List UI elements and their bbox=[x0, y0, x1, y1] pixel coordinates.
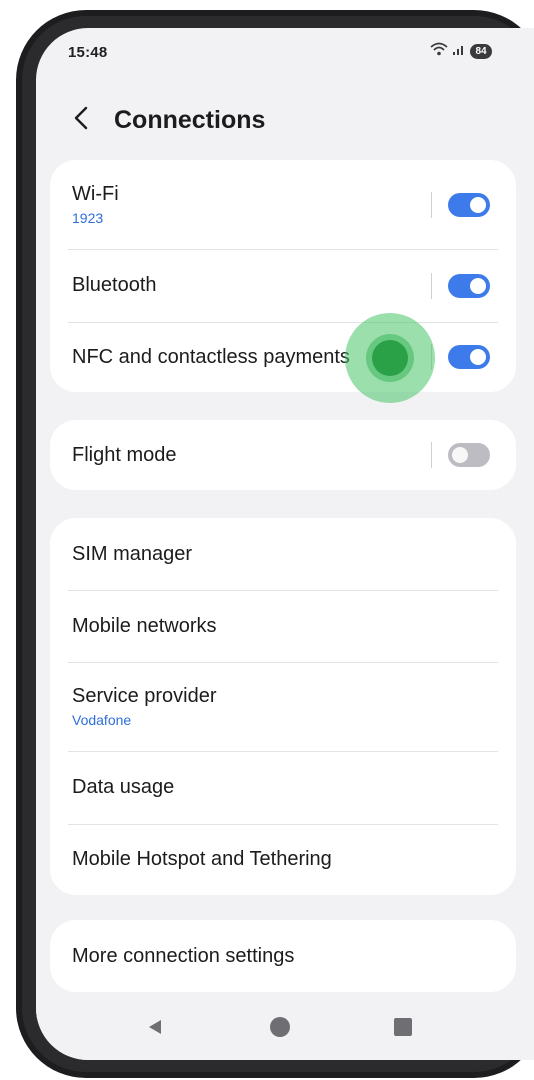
wifi-row[interactable]: Wi-Fi 1923 bbox=[50, 160, 516, 249]
wifi-icon bbox=[430, 42, 448, 61]
phone-screen: 15:48 84 Connections Wi-Fi 1923 Bluetoot… bbox=[36, 28, 534, 1060]
flight-mode-row[interactable]: Flight mode bbox=[50, 420, 516, 490]
status-bar: 15:48 84 bbox=[36, 28, 534, 76]
flight-mode-toggle[interactable] bbox=[448, 443, 490, 467]
more-connection-settings-label: More connection settings bbox=[72, 944, 295, 967]
navigation-bar bbox=[36, 996, 534, 1060]
wifi-network-name: 1923 bbox=[72, 210, 104, 226]
data-usage-label: Data usage bbox=[72, 776, 175, 798]
page-title: Connections bbox=[114, 106, 266, 134]
sim-manager-row[interactable]: SIM manager bbox=[50, 518, 516, 590]
bluetooth-toggle[interactable] bbox=[448, 273, 490, 298]
back-triangle-icon bbox=[146, 1018, 164, 1041]
row-divider bbox=[431, 272, 432, 299]
recents-square-icon bbox=[393, 1017, 413, 1042]
status-time: 15:48 bbox=[68, 44, 108, 61]
hotspot-label: Mobile Hotspot and Tethering bbox=[72, 848, 332, 870]
service-provider-row[interactable]: Service provider Vodafone bbox=[50, 662, 516, 751]
wireless-card: Wi-Fi 1923 Bluetooth NFC and contactless… bbox=[50, 160, 516, 392]
home-circle-icon bbox=[269, 1016, 291, 1043]
nav-home-button[interactable] bbox=[265, 1014, 295, 1044]
signal-icon bbox=[452, 42, 466, 61]
nfc-row[interactable]: NFC and contactless payments bbox=[50, 322, 516, 392]
bluetooth-label: Bluetooth bbox=[72, 274, 157, 296]
bluetooth-row[interactable]: Bluetooth bbox=[50, 249, 516, 322]
back-button[interactable] bbox=[66, 104, 96, 136]
row-divider bbox=[431, 442, 432, 468]
header: Connections bbox=[36, 98, 534, 142]
row-divider bbox=[431, 191, 432, 218]
data-usage-row[interactable]: Data usage bbox=[50, 751, 516, 824]
row-divider bbox=[431, 344, 432, 370]
sim-manager-label: SIM manager bbox=[72, 542, 193, 565]
chevron-left-icon bbox=[74, 106, 88, 135]
more-card: More connection settings bbox=[50, 920, 516, 992]
nav-recents-button[interactable] bbox=[388, 1014, 418, 1044]
service-provider-value: Vodafone bbox=[72, 712, 132, 728]
mobile-networks-label: Mobile networks bbox=[72, 614, 217, 637]
wifi-label: Wi-Fi bbox=[72, 183, 119, 205]
more-connection-settings-row[interactable]: More connection settings bbox=[50, 920, 516, 992]
hotspot-row[interactable]: Mobile Hotspot and Tethering bbox=[50, 824, 516, 895]
flight-card: Flight mode bbox=[50, 420, 516, 490]
mobile-networks-row[interactable]: Mobile networks bbox=[50, 590, 516, 662]
flight-mode-label: Flight mode bbox=[72, 443, 177, 466]
battery-icon: 84 bbox=[470, 44, 492, 59]
nav-back-button[interactable] bbox=[140, 1014, 170, 1044]
wifi-toggle[interactable] bbox=[448, 192, 490, 217]
nfc-label: NFC and contactless payments bbox=[72, 345, 350, 368]
nfc-toggle[interactable] bbox=[448, 345, 490, 369]
network-card: SIM manager Mobile networks Service prov… bbox=[50, 518, 516, 895]
service-provider-label: Service provider bbox=[72, 685, 217, 707]
status-icons: 84 bbox=[430, 42, 492, 61]
